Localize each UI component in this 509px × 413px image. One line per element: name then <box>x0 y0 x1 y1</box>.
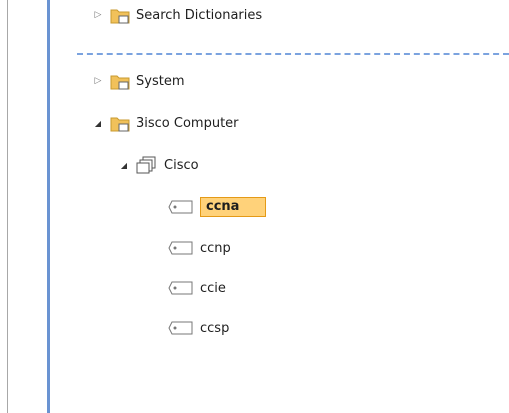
folder-icon <box>110 75 130 90</box>
expand-arrow-icon[interactable]: ▷ <box>92 9 104 21</box>
collapse-arrow-icon[interactable]: ◢ <box>92 117 104 129</box>
tree-item-label: ccnp <box>200 240 231 256</box>
tree-item-ccie[interactable]: ccie <box>168 276 226 300</box>
tree-item-label: System <box>136 73 185 89</box>
folder-icon <box>110 9 130 24</box>
tree-item-cisco[interactable]: ◢ Cisco <box>118 153 199 177</box>
tree-item-ccna[interactable]: ccna <box>168 195 267 219</box>
tree-item-search-dictionaries[interactable]: ▷ Search Dictionaries <box>92 3 262 27</box>
tag-icon <box>168 241 193 255</box>
left-panel-edge <box>0 0 52 413</box>
tree-item-ccnp[interactable]: ccnp <box>168 236 231 260</box>
tree-item-label: Search Dictionaries <box>136 7 263 23</box>
splitter-line[interactable] <box>47 0 50 413</box>
tree-item-ccsp[interactable]: ccsp <box>168 316 229 340</box>
section-separator <box>77 53 509 55</box>
tree-item-label: 3isco Computer <box>136 115 239 131</box>
tree-item-label: Cisco <box>164 157 199 173</box>
tree-item-computer[interactable]: ◢ 3isco Computer <box>92 111 239 135</box>
expand-arrow-icon[interactable]: ▷ <box>92 75 104 87</box>
tag-icon <box>168 281 193 295</box>
stack-icon <box>136 156 156 174</box>
tag-icon <box>168 200 193 214</box>
collapse-arrow-icon[interactable]: ◢ <box>118 159 130 171</box>
tree-item-system[interactable]: ▷ System <box>92 69 184 93</box>
tag-icon <box>168 321 193 335</box>
folder-icon <box>110 117 130 132</box>
tree-item-label-selected[interactable]: ccna <box>200 197 267 217</box>
tree-item-label: ccsp <box>200 320 230 336</box>
tree-item-label: ccie <box>200 280 226 296</box>
